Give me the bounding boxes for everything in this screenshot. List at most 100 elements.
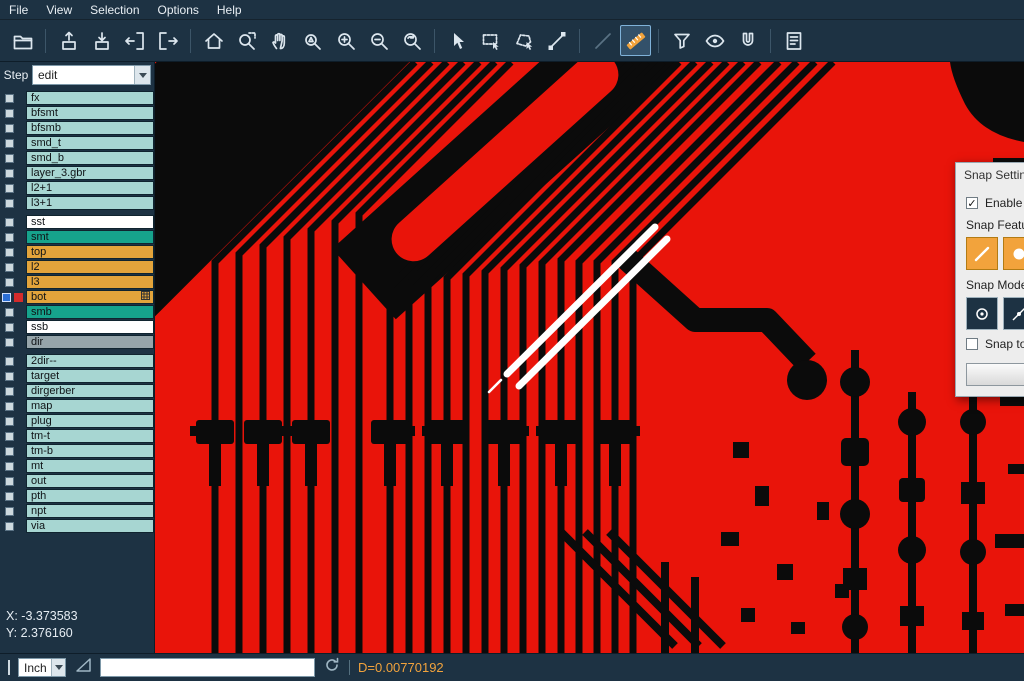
menu-view[interactable]: View bbox=[37, 3, 81, 17]
layer-row[interactable]: ssb bbox=[0, 320, 154, 334]
snap-mode-center-button[interactable] bbox=[966, 297, 998, 330]
pcb-canvas[interactable]: Snap Settings ✓ Enable Snapping Snap Fea… bbox=[155, 62, 1024, 653]
layer-name[interactable]: smd_b bbox=[26, 151, 154, 165]
import-left-icon[interactable] bbox=[119, 25, 150, 56]
draw-line-icon[interactable] bbox=[587, 25, 618, 56]
layer-row[interactable]: fx bbox=[0, 91, 154, 105]
layer-name[interactable]: smb bbox=[26, 305, 154, 319]
layer-name[interactable]: l3+1 bbox=[26, 196, 154, 210]
layer-name[interactable]: bfsmt bbox=[26, 106, 154, 120]
layer-name[interactable]: l2 bbox=[26, 260, 154, 274]
refresh-icon[interactable] bbox=[323, 656, 341, 679]
layer-visibility-checkbox[interactable] bbox=[2, 293, 11, 302]
layer-visibility-checkbox[interactable] bbox=[5, 477, 14, 486]
layer-name[interactable]: map bbox=[26, 399, 154, 413]
layer-visibility-checkbox[interactable] bbox=[5, 199, 14, 208]
export-right-icon[interactable] bbox=[152, 25, 183, 56]
layer-visibility-checkbox[interactable] bbox=[5, 387, 14, 396]
snap-mode-point-button[interactable] bbox=[1003, 297, 1024, 330]
measure-input[interactable] bbox=[100, 658, 315, 677]
layer-visibility-checkbox[interactable] bbox=[5, 357, 14, 366]
layer-visibility-checkbox[interactable] bbox=[5, 417, 14, 426]
pan-hand-icon[interactable] bbox=[264, 25, 295, 56]
zoom-previous-icon[interactable] bbox=[396, 25, 427, 56]
chevron-down-icon[interactable] bbox=[134, 66, 150, 84]
zoom-out-icon[interactable] bbox=[363, 25, 394, 56]
layer-row[interactable]: top bbox=[0, 245, 154, 259]
layer-visibility-checkbox[interactable] bbox=[5, 124, 14, 133]
layer-row[interactable]: tm-t bbox=[0, 429, 154, 443]
layer-visibility-checkbox[interactable] bbox=[5, 94, 14, 103]
export-up-icon[interactable] bbox=[53, 25, 84, 56]
layer-name[interactable]: tm-b bbox=[26, 444, 154, 458]
layer-visibility-checkbox[interactable] bbox=[5, 338, 14, 347]
layer-name[interactable]: pth bbox=[26, 489, 154, 503]
layer-name[interactable]: mt bbox=[26, 459, 154, 473]
layer-visibility-checkbox[interactable] bbox=[5, 248, 14, 257]
layer-name[interactable]: top bbox=[26, 245, 154, 259]
layer-name[interactable]: layer_3.gbr bbox=[26, 166, 154, 180]
layer-row[interactable]: smd_t bbox=[0, 136, 154, 150]
layer-row[interactable]: pth bbox=[0, 489, 154, 503]
layer-row[interactable]: npt bbox=[0, 504, 154, 518]
dialog-title-bar[interactable]: Snap Settings bbox=[956, 163, 1024, 187]
layer-visibility-checkbox[interactable] bbox=[5, 522, 14, 531]
layer-visibility-checkbox[interactable] bbox=[5, 139, 14, 148]
layer-name[interactable]: plug bbox=[26, 414, 154, 428]
layer-row[interactable]: l2+1 bbox=[0, 181, 154, 195]
layer-visibility-checkbox[interactable] bbox=[5, 432, 14, 441]
select-pointer-icon[interactable] bbox=[442, 25, 473, 56]
layer-row[interactable]: smd_b bbox=[0, 151, 154, 165]
layer-visibility-checkbox[interactable] bbox=[5, 263, 14, 272]
measure-ruler-icon[interactable] bbox=[620, 25, 651, 56]
layer-visibility-checkbox[interactable] bbox=[5, 447, 14, 456]
zoom-area-icon[interactable] bbox=[231, 25, 262, 56]
layer-row[interactable]: target bbox=[0, 369, 154, 383]
layer-name[interactable]: via bbox=[26, 519, 154, 533]
layer-name[interactable]: smt bbox=[26, 230, 154, 244]
layer-visibility-checkbox[interactable] bbox=[5, 323, 14, 332]
layer-name[interactable]: tm-t bbox=[26, 429, 154, 443]
layer-name[interactable]: bot bbox=[26, 290, 154, 304]
layer-name[interactable]: dirgerber bbox=[26, 384, 154, 398]
layer-name[interactable]: bfsmb bbox=[26, 121, 154, 135]
snap-all-layers-checkbox[interactable] bbox=[966, 338, 978, 350]
layer-row[interactable]: l3 bbox=[0, 275, 154, 289]
layer-visibility-checkbox[interactable] bbox=[5, 154, 14, 163]
layer-visibility-checkbox[interactable] bbox=[5, 278, 14, 287]
snap-feature-pad-button[interactable] bbox=[1003, 237, 1024, 270]
layer-name[interactable]: smd_t bbox=[26, 136, 154, 150]
layer-visibility-checkbox[interactable] bbox=[5, 402, 14, 411]
layer-visibility-checkbox[interactable] bbox=[5, 109, 14, 118]
layer-visibility-checkbox[interactable] bbox=[5, 169, 14, 178]
layer-row[interactable]: plug bbox=[0, 414, 154, 428]
snap-feature-line-button[interactable] bbox=[966, 237, 998, 270]
layer-visibility-checkbox[interactable] bbox=[5, 233, 14, 242]
layer-row[interactable]: smb bbox=[0, 305, 154, 319]
layer-row[interactable]: map bbox=[0, 399, 154, 413]
import-down-icon[interactable] bbox=[86, 25, 117, 56]
layer-name[interactable]: ssb bbox=[26, 320, 154, 334]
step-dropdown[interactable]: edit bbox=[32, 65, 151, 85]
angle-tool-icon[interactable] bbox=[74, 656, 92, 679]
layer-row[interactable]: mt bbox=[0, 459, 154, 473]
unit-dropdown[interactable]: Inch bbox=[18, 658, 66, 677]
view-eye-icon[interactable] bbox=[699, 25, 730, 56]
layer-row[interactable]: layer_3.gbr bbox=[0, 166, 154, 180]
layer-visibility-checkbox[interactable] bbox=[5, 184, 14, 193]
open-folder-icon[interactable] bbox=[7, 25, 38, 56]
layer-visibility-checkbox[interactable] bbox=[5, 492, 14, 501]
layer-row[interactable]: tm-b bbox=[0, 444, 154, 458]
layer-row[interactable]: l2 bbox=[0, 260, 154, 274]
layer-row[interactable]: l3+1 bbox=[0, 196, 154, 210]
layer-name[interactable]: fx bbox=[26, 91, 154, 105]
layer-name[interactable]: target bbox=[26, 369, 154, 383]
layer-row[interactable]: via bbox=[0, 519, 154, 533]
layer-name[interactable]: l2+1 bbox=[26, 181, 154, 195]
select-rectangle-icon[interactable] bbox=[475, 25, 506, 56]
layer-row[interactable]: sst bbox=[0, 215, 154, 229]
magnet-icon[interactable] bbox=[732, 25, 763, 56]
menu-help[interactable]: Help bbox=[208, 3, 251, 17]
layer-visibility-checkbox[interactable] bbox=[5, 372, 14, 381]
layer-row[interactable]: bfsmt bbox=[0, 106, 154, 120]
